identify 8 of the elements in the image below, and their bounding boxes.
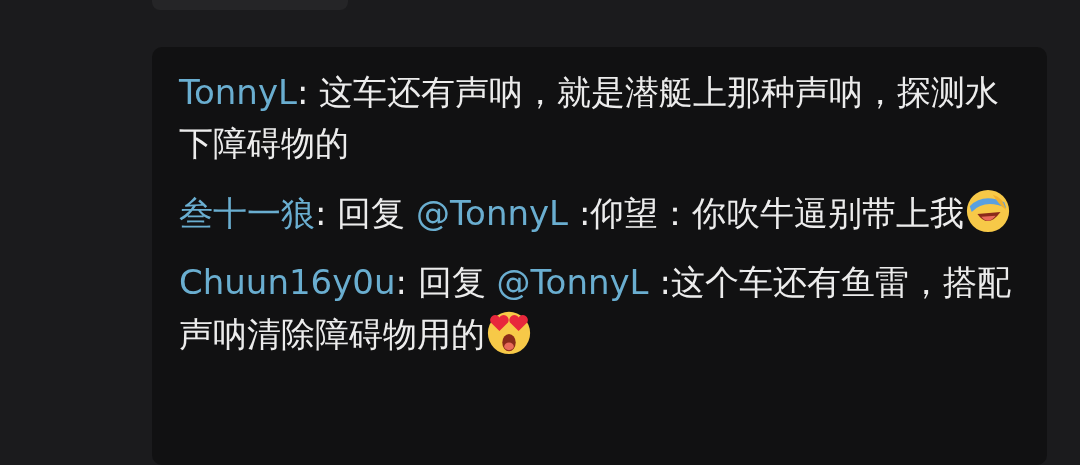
comment-text: 叁十一狼: 回复 @TonnyL :仰望：你吹牛逼别带上我: [179, 187, 1019, 240]
mention-link[interactable]: @TonnyL: [416, 193, 569, 234]
author-link[interactable]: 叁十一狼: [179, 193, 315, 234]
comment-text: Chuun16y0u: 回复 @TonnyL :这个车还有鱼雷，搭配声呐清除障碍物用的: [179, 261, 1012, 359]
comment-text: TonnyL: 这车还有声呐，就是潜艇上那种声呐，探测水下障碍物的: [179, 71, 1001, 166]
author-link[interactable]: Chuun16y0u: [179, 262, 396, 303]
mention-link[interactable]: @TonnyL: [496, 262, 649, 303]
author-link[interactable]: TonnyL: [179, 72, 297, 113]
